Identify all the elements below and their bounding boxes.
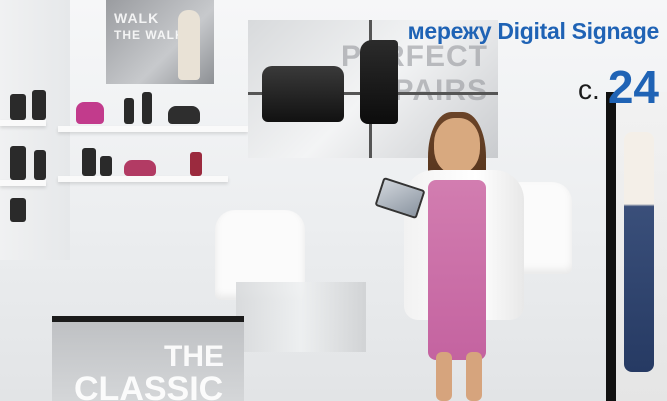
boot: [82, 148, 96, 176]
shelf: [0, 180, 46, 186]
heel: [124, 98, 134, 124]
shelf: [0, 120, 46, 126]
page-reference: с. 24: [578, 60, 659, 114]
boot: [32, 90, 46, 120]
woman-leg: [436, 352, 452, 401]
glass-display-case: [236, 282, 366, 352]
boot: [10, 198, 26, 222]
boot: [10, 146, 26, 180]
store-photo: WALK THE WALK PERFECT PAIRS THE CLASSIC …: [0, 0, 667, 401]
heel: [142, 92, 152, 124]
boot: [34, 150, 46, 180]
page-number: 24: [607, 61, 659, 113]
model-figure: [624, 132, 654, 372]
boot: [10, 94, 26, 120]
woman-face: [434, 118, 480, 174]
the-classic-counter: THE CLASSIC: [52, 316, 244, 401]
woman-pink-dress: [428, 180, 486, 360]
model-figure: [178, 10, 200, 80]
poster-word: PAIRS: [393, 74, 488, 107]
pink-handbag: [76, 102, 104, 124]
shelf: [58, 176, 228, 182]
boot: [100, 156, 112, 176]
woman-leg: [466, 352, 482, 401]
signage-frame: [606, 92, 616, 401]
poster-word: THE WALK: [114, 28, 185, 42]
black-handbag: [262, 66, 344, 122]
heel: [190, 152, 202, 176]
headline-text: мережу Digital Signage: [407, 18, 660, 44]
black-high-heel: [360, 40, 398, 124]
counter-word: CLASSIC: [74, 370, 224, 401]
clutch: [124, 160, 156, 176]
walk-poster-screen: WALK THE WALK: [106, 0, 214, 84]
page-prefix: с.: [578, 74, 600, 105]
poster-word: WALK: [114, 10, 160, 26]
digital-signage-panel: [606, 92, 667, 401]
shelf: [58, 126, 248, 132]
black-bag: [168, 106, 200, 124]
counter-word: THE: [164, 340, 224, 373]
